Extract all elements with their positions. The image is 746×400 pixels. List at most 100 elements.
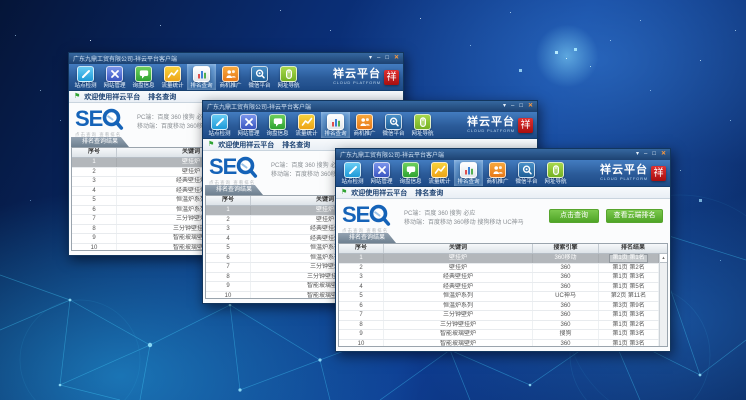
toolbar-item-label: 网站管理 (237, 130, 259, 138)
main-toolbar: 站点检测网站管理询盘信息流量统计排名查询商机推广微信平台网址导航 祥云平台 CL… (336, 160, 670, 187)
table-row[interactable]: 8三分钟壁挂炉360第1页 第2名 (339, 321, 659, 331)
toolbar-item-promotion[interactable]: 商机推广 (216, 64, 245, 90)
table-cell: 6 (72, 206, 117, 215)
toolbar-item-rank-query[interactable]: 排名查询 (187, 64, 216, 90)
maximize-button[interactable]: □ (385, 53, 389, 64)
table-cell: 5 (206, 244, 251, 253)
toolbar-item-inquiry[interactable]: 询盘信息 (129, 64, 158, 90)
table-cell: 6 (339, 302, 384, 311)
toolbar-item-wechat-platform[interactable]: 微信平台 (512, 160, 541, 186)
table-row[interactable]: 4经典壁挂炉360第1页 第5名 (339, 283, 659, 293)
table-scrollbar[interactable]: ▲ (659, 254, 667, 346)
table-row[interactable]: 1壁挂炉360移动第1页 第1名 (339, 254, 659, 264)
minimize-button[interactable]: – (644, 149, 647, 160)
skin-button[interactable]: ▾ (503, 101, 506, 112)
table-body: 1壁挂炉360移动第1页 第1名2壁挂炉360第1页 第2名3经典壁挂炉360第… (339, 254, 659, 346)
toolbar-item-promotion[interactable]: 商机推广 (350, 112, 379, 138)
table-cell: 7 (206, 263, 251, 272)
promotion-icon (356, 114, 373, 130)
toolbar-item-site-manage[interactable]: 网站管理 (100, 64, 129, 90)
result-tab[interactable]: 排名查询结果 (71, 137, 129, 147)
cloud-rank-button[interactable]: 查看云端排名 (606, 209, 663, 223)
table-row[interactable]: 2壁挂炉360第1页 第2名 (339, 264, 659, 274)
table-cell: 3 (339, 273, 384, 282)
table-cell: 经典壁挂炉 (384, 283, 533, 292)
site-manage-icon (373, 162, 390, 178)
seo-logo-letters: SE (75, 107, 102, 131)
column-header[interactable]: 序号 (72, 148, 117, 157)
scrollbar-up-icon[interactable]: ▲ (660, 254, 667, 263)
toolbar-item-site-check[interactable]: 站点检测 (205, 112, 234, 138)
column-header[interactable]: 序号 (206, 196, 251, 205)
toolbar-item-inquiry[interactable]: 询盘信息 (263, 112, 292, 138)
table-cell: 经典壁挂炉 (384, 273, 533, 282)
toolbar-item-site-check[interactable]: 站点检测 (338, 160, 367, 186)
window-title: 广东九鼎工贸有限公司-祥云平台客户端 (340, 150, 631, 159)
toolbar-item-rank-query[interactable]: 排名查询 (321, 112, 350, 138)
toolbar-item-site-nav[interactable]: 网址导航 (408, 112, 437, 138)
toolbar-item-site-nav[interactable]: 网址导航 (274, 64, 303, 90)
toolbar-item-rank-query[interactable]: 排名查询 (454, 160, 483, 186)
toolbar-items: 站点检测网站管理询盘信息流量统计排名查询商机推广微信平台网址导航 (69, 64, 303, 90)
brand-seal-icon: 祥 (518, 118, 533, 133)
result-tab[interactable]: 排名查询结果 (338, 233, 396, 243)
brand-seal-icon: 祥 (651, 166, 666, 181)
window-controls: ▾–□ ✕ (498, 101, 533, 112)
toolbar-item-label: 排名查询 (190, 82, 212, 90)
table-row[interactable]: 3经典壁挂炉360第1页 第3名 (339, 273, 659, 283)
table-row[interactable]: 10智能玻璃壁炉360第1页 第3名 (339, 340, 659, 348)
seo-logo-letters: SE (209, 155, 236, 179)
column-header[interactable]: 排名结果 (599, 244, 667, 253)
toolbar-item-promotion[interactable]: 商机推广 (483, 160, 512, 186)
skin-button[interactable]: ▾ (636, 149, 639, 160)
table-row[interactable]: 5恒温炉系列UC神马第2页 第11名 (339, 292, 659, 302)
site-check-icon (344, 162, 361, 178)
site-nav-icon (280, 66, 297, 82)
seo-logo-letters: SE (342, 203, 369, 227)
toolbar-item-wechat-platform[interactable]: 微信平台 (379, 112, 408, 138)
toolbar-item-inquiry[interactable]: 询盘信息 (396, 160, 425, 186)
flag-icon: ⚑ (341, 187, 347, 199)
toolbar-items: 站点检测网站管理询盘信息流量统计排名查询商机推广微信平台网址导航 (203, 112, 437, 138)
inquiry-icon (269, 114, 286, 130)
toolbar-item-traffic-stats[interactable]: 流量统计 (292, 112, 321, 138)
close-button[interactable]: ✕ (394, 53, 399, 64)
table-cell: 1 (339, 254, 384, 263)
result-tab[interactable]: 排名查询结果 (205, 185, 263, 195)
skin-button[interactable]: ▾ (369, 53, 372, 64)
welcome-bar: ⚑ 欢迎使用祥云平台 排名查询 (336, 187, 670, 199)
close-button[interactable]: ✕ (661, 149, 666, 160)
toolbar-item-traffic-stats[interactable]: 流量统计 (425, 160, 454, 186)
toolbar-item-site-nav[interactable]: 网址导航 (541, 160, 570, 186)
toolbar-item-site-check[interactable]: 站点检测 (71, 64, 100, 90)
toolbar-item-label: 商机推广 (486, 178, 508, 186)
minimize-button[interactable]: – (377, 53, 380, 64)
close-button[interactable]: ✕ (528, 101, 533, 112)
table-row[interactable]: 7三分钟壁炉360第1页 第3名 (339, 311, 659, 321)
column-header[interactable]: 序号 (339, 244, 384, 253)
column-header[interactable]: 搜索引擎 (533, 244, 599, 253)
toolbar-item-traffic-stats[interactable]: 流量统计 (158, 64, 187, 90)
maximize-button[interactable]: □ (652, 149, 656, 160)
toolbar-item-site-manage[interactable]: 网站管理 (234, 112, 263, 138)
table-cell: 360 (533, 302, 599, 311)
toolbar-item-wechat-platform[interactable]: 微信平台 (245, 64, 274, 90)
seo-logo: SE 点击查询 查看排名 (75, 107, 124, 138)
app-window: 广东九鼎工贸有限公司-祥云平台客户端 ▾–□ ✕ 站点检测网站管理询盘信息流量统计… (335, 148, 671, 352)
toolbar-item-site-manage[interactable]: 网站管理 (367, 160, 396, 186)
table-cell: 1 (206, 206, 251, 215)
table-row[interactable]: 9智能玻璃壁炉搜狗第1页 第3名 (339, 330, 659, 340)
toolbar-item-label: 微信平台 (382, 130, 404, 138)
magnifier-icon (236, 156, 258, 179)
table-cell: 第2页 第11名 (599, 292, 659, 301)
table-cell: 4 (339, 283, 384, 292)
column-header[interactable]: 关键词 (384, 244, 533, 253)
promotion-icon (489, 162, 506, 178)
maximize-button[interactable]: □ (519, 101, 523, 112)
minimize-button[interactable]: – (511, 101, 514, 112)
table-row[interactable]: 6恒温炉系列360第3页 第9名 (339, 302, 659, 312)
query-button[interactable]: 点击查询 (549, 209, 599, 223)
table-cell: 三分钟壁炉 (384, 311, 533, 320)
site-manage-icon (240, 114, 257, 130)
seo-logo: SE 点击查询 查看排名 (342, 203, 391, 234)
